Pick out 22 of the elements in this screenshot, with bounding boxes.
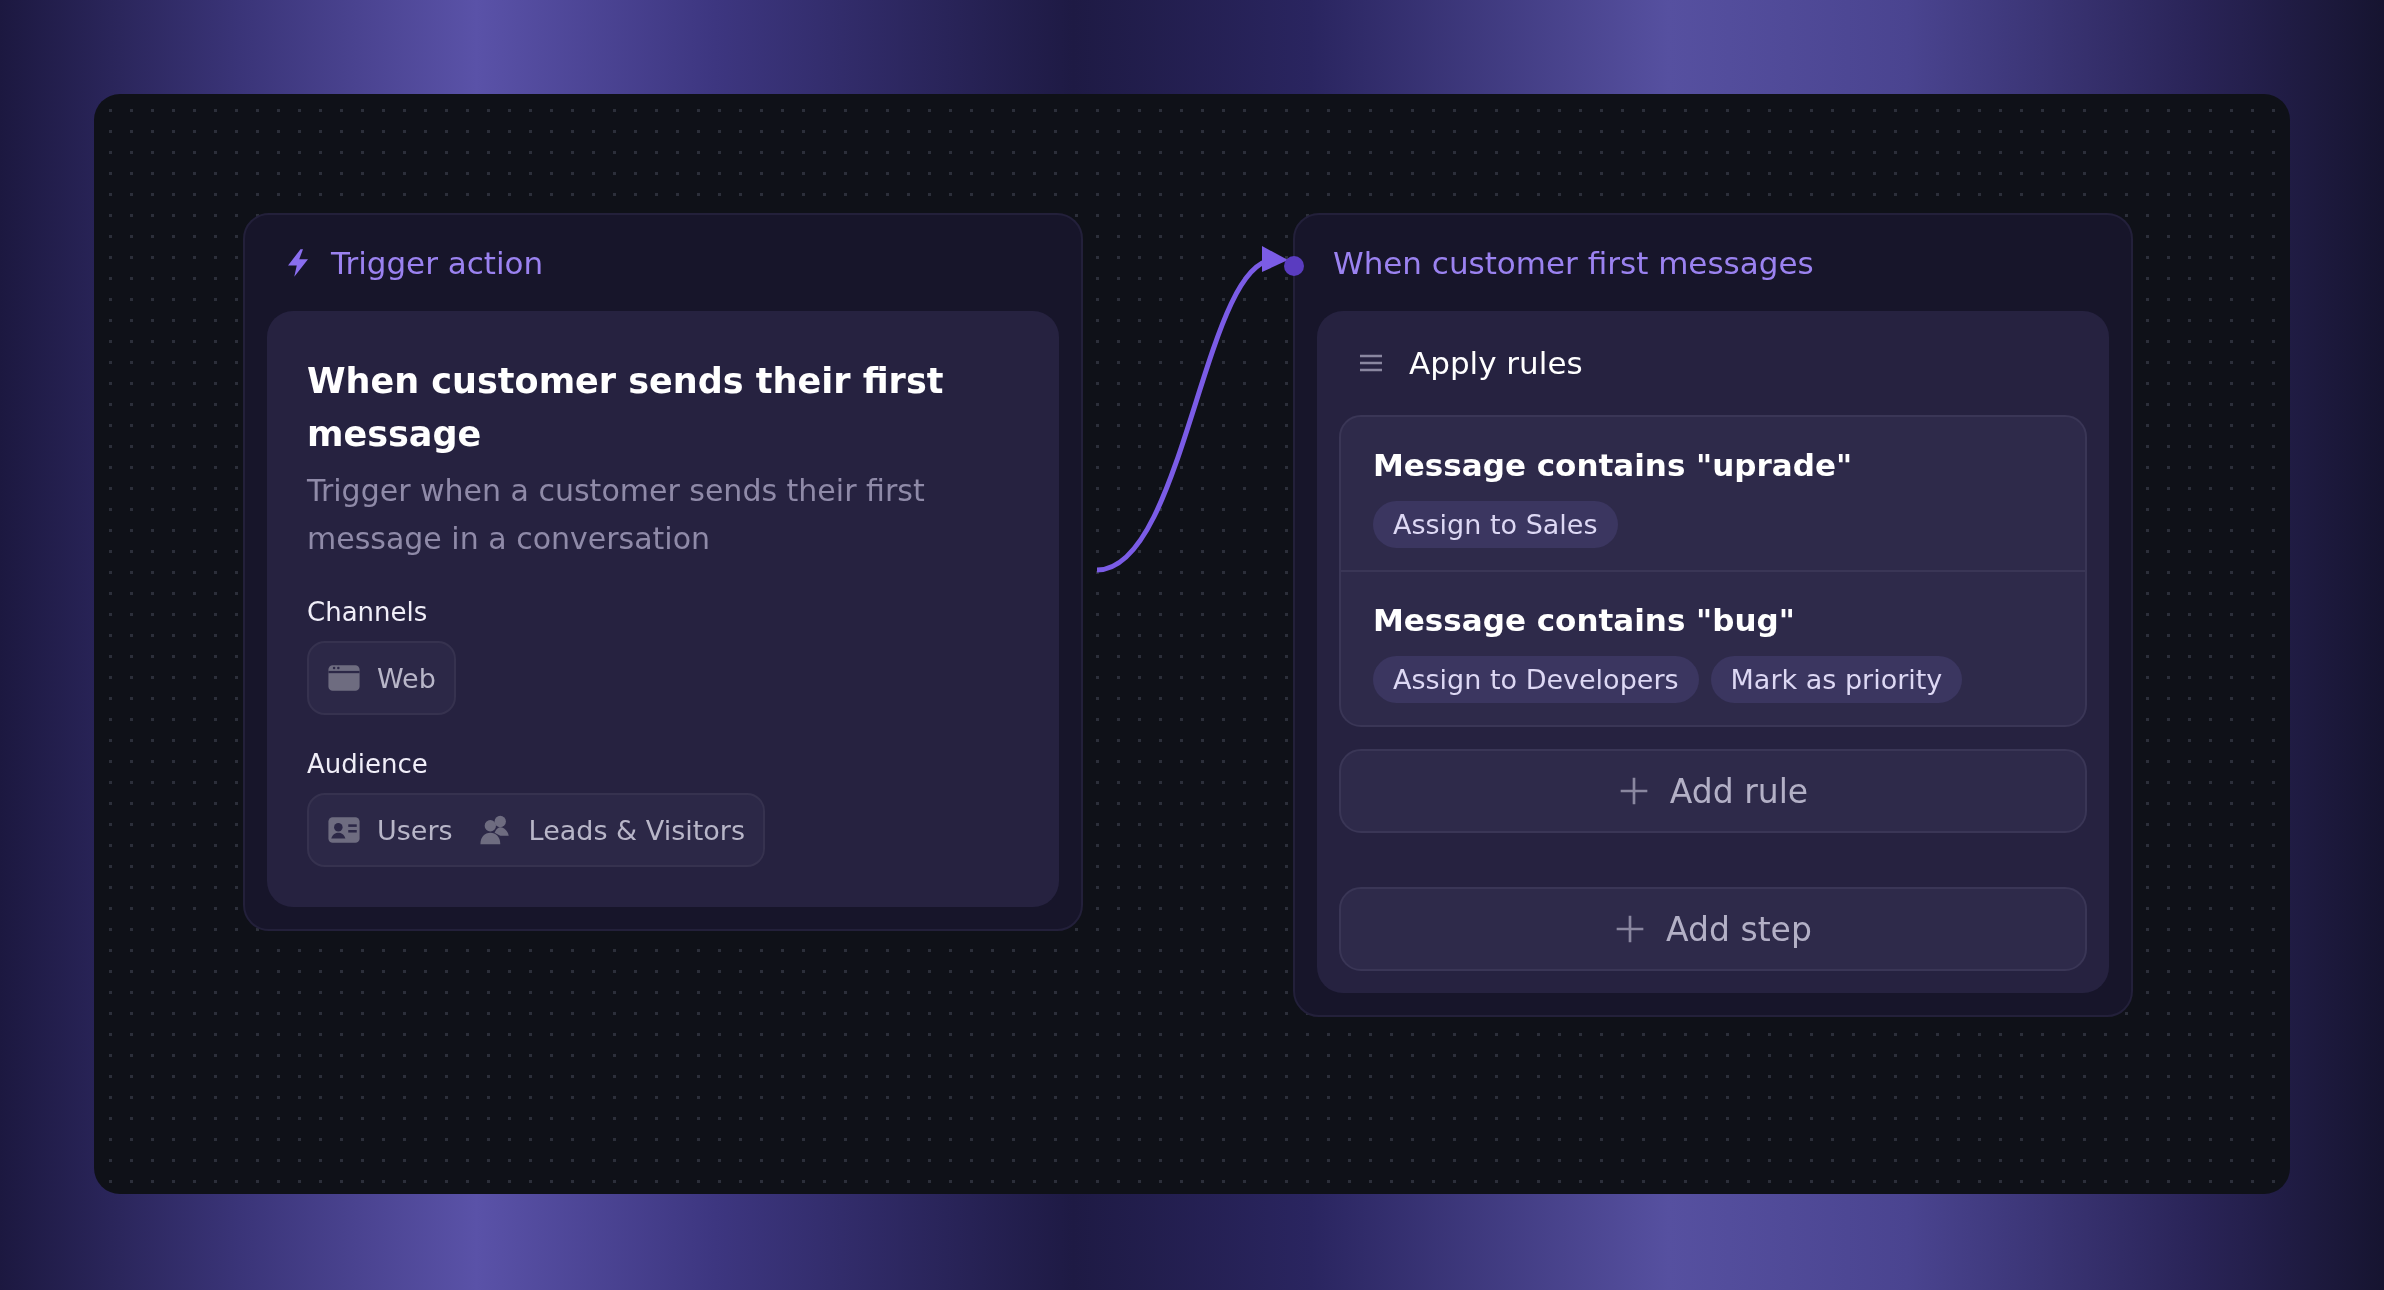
add-step-button[interactable]: Add step (1339, 887, 2087, 971)
action-tag: Assign to Sales (1373, 501, 1618, 548)
action-tag: Mark as priority (1710, 656, 1963, 703)
chip-label: Web (377, 662, 436, 694)
card-description: Trigger when a customer sends their first message in a conversation (307, 472, 926, 558)
node-title: When customer first messages (1333, 245, 1814, 281)
action-tag: Assign to Developers (1373, 656, 1699, 703)
card-title: Apply rules (1409, 345, 1583, 381)
add-rule-button[interactable]: Add rule (1339, 749, 2087, 833)
rule-item[interactable]: Message contains "bug" Assign to Developers Mark as priority (1341, 570, 2085, 725)
chip-label: Leads & Visitors (528, 814, 745, 846)
card-title: When customer sends their first message (307, 360, 945, 456)
section-label: Audience (307, 749, 429, 779)
rule-title: Message contains "uprade" (1373, 447, 1854, 483)
chip-label: Users (377, 814, 453, 846)
section-label: Channels (307, 597, 429, 627)
rule-item[interactable]: Message contains "uprade" Assign to Sales (1341, 417, 2085, 570)
chip-group[interactable]: Users Leads & Visitors (307, 793, 765, 867)
connection-handle[interactable] (1284, 256, 1304, 276)
node-title: Trigger action (331, 245, 544, 281)
rule-title: Message contains "bug" (1373, 602, 1796, 638)
chip-group[interactable]: Web (307, 641, 456, 715)
